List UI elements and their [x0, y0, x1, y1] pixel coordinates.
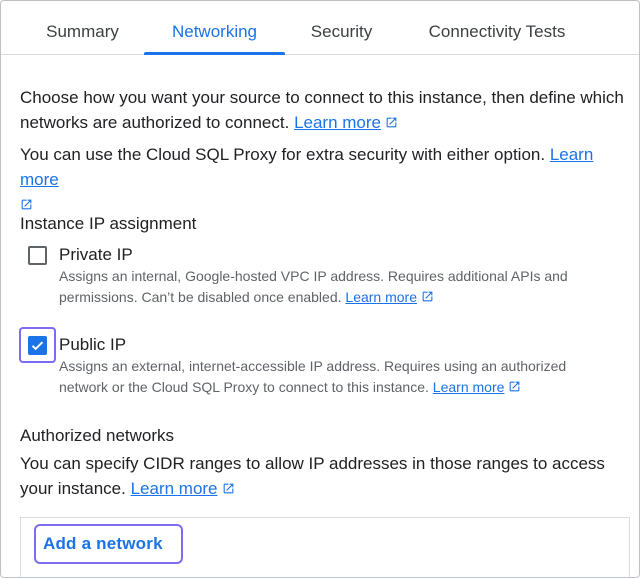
active-tab-indicator [144, 52, 285, 55]
authorized-networks-title: Authorized networks [20, 426, 175, 445]
add-network-button[interactable]: Add a network [34, 524, 183, 564]
private-ip-learn-more-link[interactable]: Learn more [345, 289, 434, 305]
tab-security-label: Security [310, 22, 373, 41]
ip-assignment-title: Instance IP assignment [20, 214, 197, 233]
open-in-new-icon [385, 116, 398, 129]
tab-summary-label: Summary [46, 22, 119, 41]
public-ip-description: Assigns an external, internet-accessible… [59, 356, 619, 398]
authorized-networks-learn-more-link[interactable]: Learn more [131, 479, 235, 498]
intro-paragraph: Choose how you want your source to conne… [20, 85, 625, 135]
open-in-new-icon [508, 380, 521, 393]
private-ip-label: Private IP [59, 245, 133, 264]
tab-summary[interactable]: Summary [39, 1, 126, 54]
tab-security[interactable]: Security [303, 1, 380, 54]
private-ip-checkbox[interactable] [28, 246, 47, 265]
tab-networking[interactable]: Networking [144, 1, 285, 55]
tab-connectivity-tests[interactable]: Connectivity Tests [417, 1, 577, 54]
private-ip-description: Assigns an internal, Google-hosted VPC I… [59, 266, 619, 308]
open-in-new-icon [222, 482, 235, 495]
public-ip-learn-more-link[interactable]: Learn more [433, 379, 522, 395]
tab-bar: Summary Networking Security Connectivity… [1, 1, 639, 55]
open-in-new-icon[interactable] [20, 198, 33, 211]
public-ip-checkbox[interactable] [28, 336, 47, 355]
private-ip-desc-text: Assigns an internal, Google-hosted VPC I… [59, 268, 568, 305]
check-icon [31, 341, 44, 351]
tab-networking-label: Networking [171, 22, 258, 41]
proxy-paragraph: You can use the Cloud SQL Proxy for extr… [20, 142, 625, 217]
open-in-new-icon [421, 290, 434, 303]
networking-panel: Summary Networking Security Connectivity… [0, 0, 640, 578]
proxy-text: You can use the Cloud SQL Proxy for extr… [20, 145, 546, 164]
public-ip-label: Public IP [59, 335, 127, 354]
intro-learn-more-link[interactable]: Learn more [294, 113, 398, 132]
tab-connectivity-tests-label: Connectivity Tests [428, 22, 566, 41]
authorized-networks-text: You can specify CIDR ranges to allow IP … [20, 454, 605, 498]
authorized-networks-paragraph: You can specify CIDR ranges to allow IP … [20, 451, 630, 501]
